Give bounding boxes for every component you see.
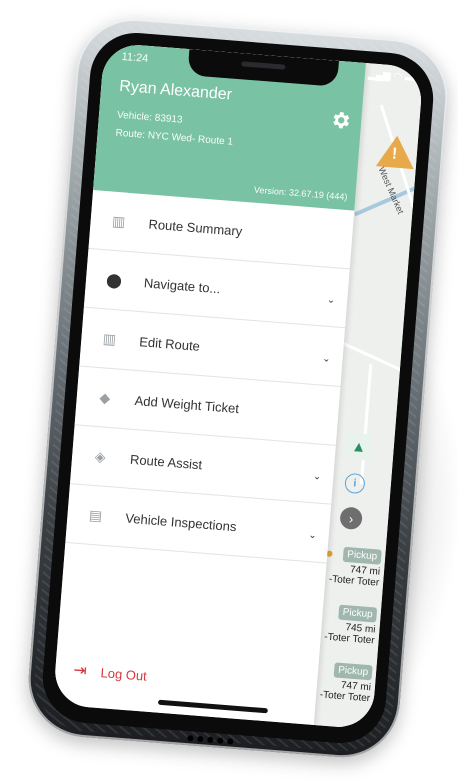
chevron-down-icon[interactable]: ⌄	[326, 295, 335, 307]
stop-item[interactable]: ● Pickup 747 mi -Toter Toter	[323, 544, 385, 608]
status-time: 11:24	[121, 50, 149, 65]
route-name: Route: NYC Wed- Route 1	[115, 127, 234, 148]
grill-hole	[217, 737, 224, 744]
grill-hole	[227, 738, 234, 745]
clipboard-icon: ▤	[88, 506, 103, 524]
grill-hole	[187, 735, 194, 742]
map-image-icon[interactable]: ▲	[344, 432, 373, 461]
location-pin-icon: ⬤	[105, 270, 123, 289]
app-version: Version: 32.67.19 (444)	[253, 184, 348, 202]
menu-item-label: Navigate to...	[143, 274, 221, 296]
phone-screen: ▂▄▆ ◠ ▬ ! West Market ▲ i › ● Pickup 747…	[52, 42, 424, 730]
logout-label: Log Out	[100, 664, 148, 684]
menu-item-label: Vehicle Inspections	[124, 510, 238, 534]
stop-type: Pickup	[338, 604, 378, 623]
stop-type: Pickup	[342, 546, 382, 565]
chevron-down-icon[interactable]: ⌄	[312, 471, 321, 483]
info-icon[interactable]: i	[344, 472, 366, 495]
phone-device: ▂▄▆ ◠ ▬ ! West Market ▲ i › ● Pickup 747…	[24, 14, 452, 762]
map-icon: ▥	[102, 329, 117, 347]
next-arrow-icon[interactable]: ›	[339, 506, 363, 531]
vehicle-number: Vehicle: 83913	[116, 109, 183, 126]
grill-hole	[207, 736, 214, 744]
map-road	[359, 364, 373, 485]
product-photo: ▂▄▆ ◠ ▬ ! West Market ▲ i › ● Pickup 747…	[0, 0, 458, 781]
map-icon: ▥	[111, 212, 126, 230]
chevron-down-icon[interactable]: ⌄	[322, 353, 331, 365]
tag-icon: ◆	[98, 388, 111, 406]
chevron-down-icon[interactable]: ⌄	[308, 530, 317, 542]
stop-item[interactable]: Pickup 747 mi -Toter Toter	[314, 661, 376, 723]
user-name: Ryan Alexander	[118, 77, 233, 104]
route-assist-icon: ◈	[94, 447, 107, 465]
gear-icon[interactable]	[328, 108, 352, 132]
menu-item-label: Add Weight Ticket	[134, 392, 240, 416]
speaker	[241, 61, 286, 70]
menu-item-label: Route Summary	[148, 216, 243, 239]
menu-list: ▥ Route Summary ⬤ Navigate to... ⌄ ▥ Edi…	[65, 190, 355, 564]
side-menu: 11:24 Ryan Alexander Vehicle: 83913 Rout…	[52, 42, 366, 725]
stop-item[interactable]: Pickup 745 mi -Toter Toter	[319, 603, 381, 665]
menu-item-label: Edit Route	[138, 333, 201, 354]
logout-button[interactable]: ⇥ Log Out	[73, 660, 148, 686]
stop-type: Pickup	[333, 662, 373, 681]
grill-hole	[197, 735, 204, 743]
menu-item-label: Route Assist	[129, 451, 203, 472]
logout-icon: ⇥	[72, 661, 88, 680]
